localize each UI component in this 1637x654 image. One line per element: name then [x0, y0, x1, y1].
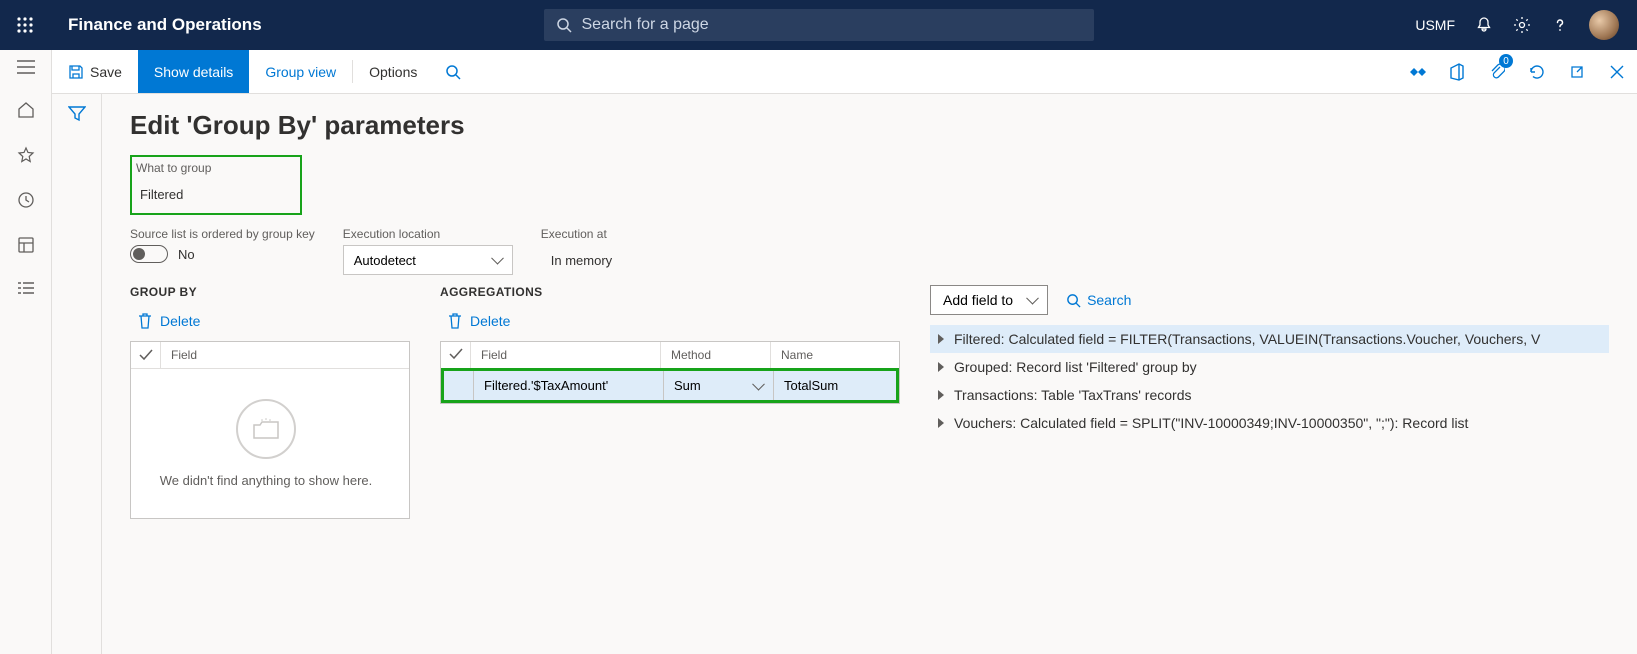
agg-heading: AGGREGATIONS: [440, 285, 900, 299]
top-nav-bar: Finance and Operations Search for a page…: [0, 0, 1637, 50]
filter-icon[interactable]: [68, 106, 86, 654]
popout-icon[interactable]: [1557, 50, 1597, 93]
recent-icon[interactable]: [17, 191, 35, 214]
ds-item-label: Filtered: Calculated field = FILTER(Tran…: [954, 331, 1540, 347]
agg-row-name[interactable]: TotalSum: [774, 371, 896, 400]
agg-row[interactable]: Filtered.'$TaxAmount' Sum TotalSum: [444, 371, 896, 400]
global-search-input[interactable]: Search for a page: [544, 9, 1094, 41]
datasource-item-grouped[interactable]: Grouped: Record list 'Filtered' group by: [930, 353, 1609, 381]
office-icon[interactable]: [1437, 50, 1477, 93]
exec-at-value: In memory: [541, 245, 701, 275]
attachments-icon[interactable]: 0: [1477, 50, 1517, 93]
datasource-panel: Add field to Search Filtered: Calculated…: [930, 285, 1609, 437]
hamburger-icon[interactable]: [17, 60, 35, 79]
refresh-icon[interactable]: [1517, 50, 1557, 93]
options-button[interactable]: Options: [353, 50, 433, 93]
settings-icon[interactable]: [1513, 16, 1531, 34]
action-bar: Save Show details Group view Options 0: [52, 50, 1637, 94]
exec-location-value: Autodetect: [354, 253, 416, 268]
company-code[interactable]: USMF: [1415, 17, 1455, 33]
search-icon: [1066, 293, 1081, 308]
group-view-label: Group view: [265, 64, 336, 80]
app-title: Finance and Operations: [68, 15, 262, 35]
left-nav-rail: [0, 50, 52, 654]
groupby-empty-state: We didn't find anything to show here.: [131, 369, 401, 518]
search-placeholder: Search for a page: [582, 16, 709, 34]
app-launcher-icon[interactable]: [0, 17, 50, 33]
favorites-icon[interactable]: [17, 146, 35, 169]
page-title: Edit 'Group By' parameters: [130, 110, 1609, 141]
groupby-delete-button[interactable]: Delete: [130, 307, 410, 335]
datasource-item-filtered[interactable]: Filtered: Calculated field = FILTER(Tran…: [930, 325, 1609, 353]
groupby-select-all[interactable]: [131, 342, 161, 368]
notifications-icon[interactable]: [1475, 16, 1493, 34]
agg-row-method-value: Sum: [674, 378, 701, 393]
what-to-group-label: What to group: [136, 161, 296, 175]
ds-item-label: Transactions: Table 'TaxTrans' records: [954, 387, 1191, 403]
exec-location-field: Execution location Autodetect: [343, 227, 513, 275]
agg-col-name[interactable]: Name: [771, 342, 899, 368]
expand-icon: [938, 334, 944, 344]
exec-location-label: Execution location: [343, 227, 513, 241]
save-button[interactable]: Save: [52, 50, 138, 93]
search-icon: [556, 17, 572, 33]
related-info-icon[interactable]: [1397, 50, 1437, 93]
trash-icon: [138, 313, 152, 329]
groupby-heading: GROUP BY: [130, 285, 410, 299]
page-content: Edit 'Group By' parameters What to group…: [102, 94, 1637, 654]
ds-item-label: Vouchers: Calculated field = SPLIT("INV-…: [954, 415, 1468, 431]
home-icon[interactable]: [17, 101, 35, 124]
panel-search-button[interactable]: Search: [1066, 292, 1131, 308]
agg-row-field[interactable]: Filtered.'$TaxAmount': [474, 371, 664, 400]
modules-icon[interactable]: [17, 281, 35, 300]
user-avatar[interactable]: [1589, 10, 1619, 40]
exec-location-select[interactable]: Autodetect: [343, 245, 513, 275]
agg-select-all[interactable]: [441, 342, 471, 368]
agg-row-check[interactable]: [444, 371, 474, 400]
show-details-label: Show details: [154, 64, 233, 80]
agg-col-method[interactable]: Method: [661, 342, 771, 368]
save-icon: [68, 64, 84, 80]
what-to-group-field: What to group Filtered: [136, 161, 296, 209]
agg-delete-button[interactable]: Delete: [440, 307, 900, 335]
add-field-label: Add field to: [943, 292, 1013, 308]
trash-icon: [448, 313, 462, 329]
agg-row-method[interactable]: Sum: [664, 371, 774, 400]
ordered-value: No: [178, 247, 195, 262]
filter-rail: [52, 94, 102, 654]
ordered-toggle[interactable]: No: [130, 245, 315, 263]
agg-delete-label: Delete: [470, 313, 510, 329]
datasource-item-transactions[interactable]: Transactions: Table 'TaxTrans' records: [930, 381, 1609, 409]
exec-at-field: Execution at In memory: [541, 227, 701, 275]
groupby-delete-label: Delete: [160, 313, 200, 329]
agg-col-field[interactable]: Field: [471, 342, 661, 368]
what-to-group-value[interactable]: Filtered: [136, 179, 296, 209]
empty-folder-icon: [236, 399, 296, 459]
add-field-to-button[interactable]: Add field to: [930, 285, 1048, 315]
group-view-button[interactable]: Group view: [249, 50, 352, 93]
ordered-label: Source list is ordered by group key: [130, 227, 315, 241]
ds-item-label: Grouped: Record list 'Filtered' group by: [954, 359, 1197, 375]
panel-search-label: Search: [1087, 292, 1131, 308]
expand-icon: [938, 362, 944, 372]
groupby-col-field[interactable]: Field: [161, 342, 409, 368]
exec-at-label: Execution at: [541, 227, 701, 241]
save-label: Save: [90, 64, 122, 80]
action-search-icon[interactable]: [433, 50, 473, 93]
expand-icon: [938, 418, 944, 428]
ordered-by-key-field: Source list is ordered by group key No: [130, 227, 315, 275]
attachments-badge: 0: [1499, 54, 1513, 68]
close-icon[interactable]: [1597, 50, 1637, 93]
options-label: Options: [369, 64, 417, 80]
workspaces-icon[interactable]: [17, 236, 35, 259]
expand-icon: [938, 390, 944, 400]
datasource-item-vouchers[interactable]: Vouchers: Calculated field = SPLIT("INV-…: [930, 409, 1609, 437]
show-details-button[interactable]: Show details: [138, 50, 249, 93]
help-icon[interactable]: [1551, 16, 1569, 34]
groupby-grid: Field We didn't find anything to show he…: [130, 341, 410, 519]
agg-grid: Field Method Name Filtered.'$TaxAmount' …: [440, 341, 900, 404]
groupby-empty-text: We didn't find anything to show here.: [151, 473, 381, 488]
